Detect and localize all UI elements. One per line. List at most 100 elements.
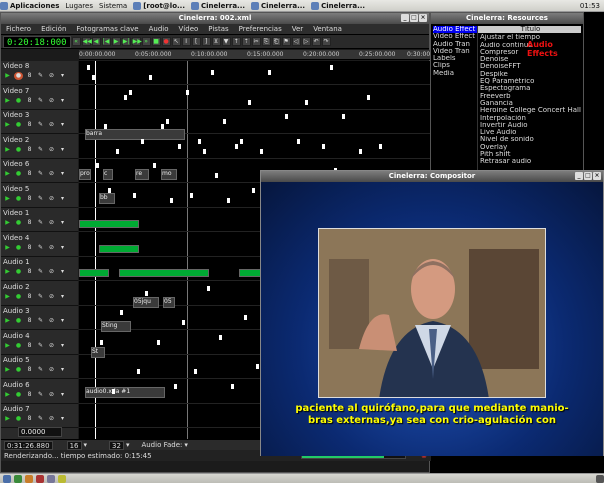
track-zoom-field[interactable]: 32	[109, 440, 124, 450]
keyframe-marker[interactable]	[342, 114, 345, 119]
keyframe-marker[interactable]	[260, 148, 263, 154]
expand-track-icon[interactable]: ▾	[58, 415, 67, 423]
sample-zoom-field[interactable]: 16	[66, 440, 82, 450]
track-patch[interactable]: Video 6 ▶ ● 8 ✎ ⊘ ▾	[1, 159, 78, 183]
track-patch[interactable]: Video 8 ▶ ● 8 ✎ ⊘ ▾	[1, 61, 78, 85]
mute-track-icon[interactable]: ⊘	[47, 342, 56, 350]
close-icon[interactable]: ×	[419, 14, 427, 22]
maximize-icon[interactable]: □	[410, 14, 418, 22]
keyframe-marker[interactable]	[178, 143, 181, 149]
keyframe-marker[interactable]	[157, 339, 160, 345]
keyframe-marker[interactable]	[227, 197, 230, 203]
extract-icon[interactable]: ⇡	[241, 37, 251, 46]
effect-item[interactable]: Overlay	[478, 144, 581, 151]
keyframe-marker[interactable]	[235, 143, 238, 149]
expand-track-icon[interactable]: ▾	[58, 317, 67, 325]
keyframe-marker[interactable]	[244, 315, 247, 320]
arm-track-icon[interactable]: ●	[14, 391, 23, 399]
keyframe-marker[interactable]	[379, 143, 382, 149]
gang-track-icon[interactable]: 8	[25, 391, 34, 399]
arm-track-icon[interactable]: ●	[14, 268, 23, 276]
resource-folder[interactable]: Media	[433, 70, 477, 77]
resource-folder[interactable]: Audio Tran	[433, 41, 477, 48]
keyframe-marker[interactable]	[112, 388, 115, 394]
play-track-icon[interactable]: ▶	[3, 121, 12, 129]
mute-track-icon[interactable]: ⊘	[47, 97, 56, 105]
keyframe-marker[interactable]	[104, 124, 107, 129]
close-icon[interactable]: ×	[593, 172, 601, 180]
draw-media-icon[interactable]: ✎	[36, 72, 45, 80]
gang-track-icon[interactable]: 8	[25, 97, 34, 105]
keyframe-marker[interactable]	[207, 285, 210, 291]
menu-fotogramas[interactable]: Fotogramas clave	[76, 25, 138, 33]
arrow-tool-icon[interactable]: ↖	[171, 37, 181, 46]
arm-track-icon[interactable]: ●	[14, 72, 23, 80]
keyframe-marker[interactable]	[141, 138, 144, 144]
sample-zoom-arrow-icon[interactable]: ▾	[84, 441, 88, 449]
mute-track-icon[interactable]: ⊘	[47, 317, 56, 325]
edit-clip[interactable]: Sting	[101, 321, 131, 332]
effect-item[interactable]: Espectograma	[478, 85, 581, 92]
play-track-icon[interactable]: ▶	[3, 244, 12, 252]
arm-track-icon[interactable]: ●	[14, 244, 23, 252]
gang-track-icon[interactable]: 8	[25, 195, 34, 203]
stop-icon[interactable]: ■	[151, 37, 161, 46]
automation-arrow-icon[interactable]: ▾	[184, 441, 188, 449]
track-patch[interactable]: Video 1 ▶ ● 8 ✎ ⊘ ▾	[1, 208, 78, 232]
expand-track-icon[interactable]: ▾	[58, 170, 67, 178]
panel-clock[interactable]: 01:53	[580, 2, 600, 10]
keyframe-marker[interactable]	[367, 94, 370, 100]
expand-track-icon[interactable]: ▾	[58, 268, 67, 276]
menu-edicion[interactable]: Edición	[41, 25, 66, 33]
resource-list-header[interactable]: Título	[478, 26, 581, 34]
effect-item[interactable]: Live Audio	[478, 129, 581, 136]
trash-icon[interactable]	[596, 474, 604, 483]
prev-label-icon[interactable]: ◁	[291, 37, 301, 46]
lift-icon[interactable]: ↑	[231, 37, 241, 46]
keyframe-marker[interactable]	[137, 369, 140, 374]
play-track-icon[interactable]: ▶	[3, 195, 12, 203]
expand-track-icon[interactable]: ▾	[58, 342, 67, 350]
mute-track-icon[interactable]: ⊘	[47, 366, 56, 374]
keyframe-marker[interactable]	[359, 148, 362, 154]
track-patch[interactable]: Audio 4 ▶ ● 8 ✎ ⊘ ▾	[1, 331, 78, 355]
track-patch[interactable]: Audio 7 ▶ ● 8 ✎ ⊘ ▾	[1, 404, 78, 428]
expand-track-icon[interactable]: ▾	[58, 244, 67, 252]
keyframe-marker[interactable]	[194, 369, 197, 374]
track-patch[interactable]: Audio 5 ▶ ● 8 ✎ ⊘ ▾	[1, 355, 78, 379]
panel-menu-system[interactable]: Sistema	[99, 2, 127, 10]
rewind-icon[interactable]: «	[71, 37, 81, 46]
keyframe-marker[interactable]	[166, 119, 169, 124]
splice-icon[interactable]: ⊻	[211, 37, 221, 46]
gang-track-icon[interactable]: 8	[25, 317, 34, 325]
record-icon[interactable]: ●	[161, 37, 171, 46]
edit-clip[interactable]: barra	[85, 129, 185, 140]
effect-item[interactable]: Heroine College Concert Hall	[478, 107, 581, 114]
play-track-icon[interactable]: ▶	[3, 146, 12, 154]
arm-track-icon[interactable]: ●	[14, 366, 23, 374]
gang-track-icon[interactable]: 8	[25, 72, 34, 80]
mute-track-icon[interactable]: ⊘	[47, 72, 56, 80]
play-track-icon[interactable]: ▶	[3, 97, 12, 105]
keyframe-marker[interactable]	[285, 114, 288, 119]
edit-clip[interactable]: 05	[163, 297, 175, 308]
mute-track-icon[interactable]: ⊘	[47, 293, 56, 301]
keyframe-marker[interactable]	[252, 187, 255, 193]
track-patch[interactable]: Video 7 ▶ ● 8 ✎ ⊘ ▾	[1, 86, 78, 110]
keyframe-marker[interactable]	[305, 99, 308, 105]
keyframe-marker[interactable]	[182, 320, 185, 325]
undo-icon[interactable]: ↶	[311, 37, 321, 46]
gang-track-icon[interactable]: 8	[25, 219, 34, 227]
keyframe-marker[interactable]	[223, 119, 226, 124]
edit-clip[interactable]: pro	[79, 169, 91, 180]
mute-track-icon[interactable]: ⊘	[47, 146, 56, 154]
keyframe-marker[interactable]	[198, 138, 201, 144]
menu-pistas[interactable]: Pistas	[208, 25, 228, 33]
keyframe-marker[interactable]	[170, 197, 173, 203]
keyframe-marker[interactable]	[108, 187, 111, 193]
edit-clip[interactable]: c	[103, 169, 113, 180]
track-patch[interactable]: Video 3 ▶ ● 8 ✎ ⊘ ▾	[1, 110, 78, 134]
play-track-icon[interactable]: ▶	[3, 415, 12, 423]
menu-ver[interactable]: Ver	[292, 25, 303, 33]
keyframe-marker[interactable]	[174, 383, 177, 389]
